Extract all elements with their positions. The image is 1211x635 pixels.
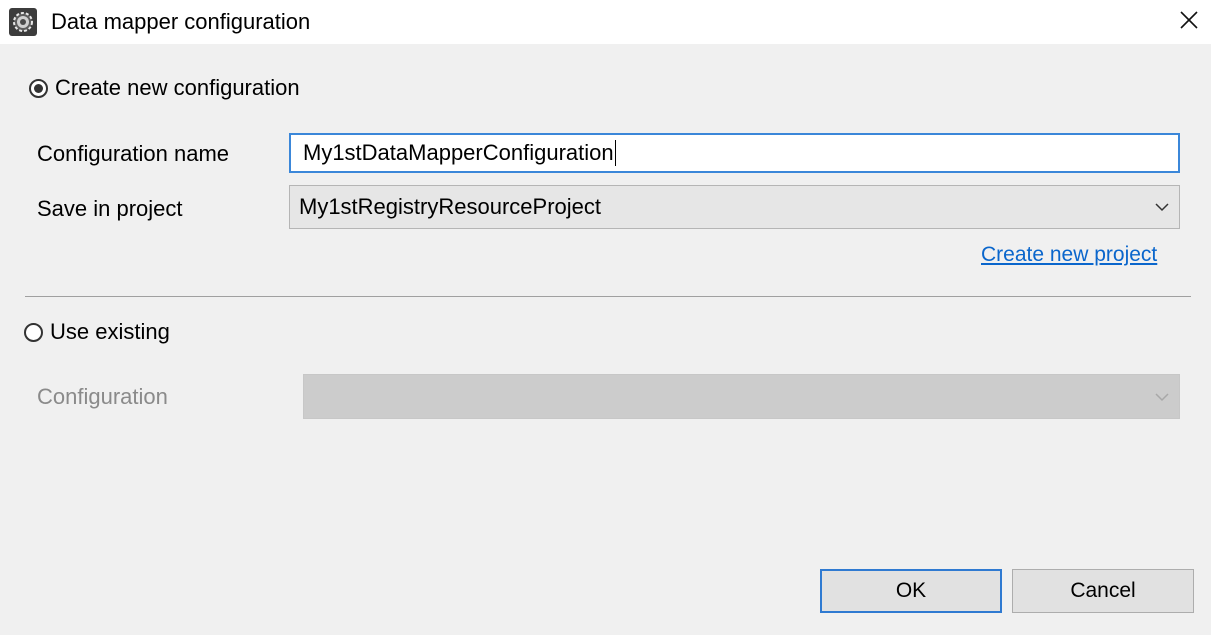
use-existing-label: Use existing — [50, 319, 170, 344]
gear-icon — [9, 8, 37, 36]
ok-button[interactable]: OK — [820, 569, 1002, 613]
create-new-project-link[interactable]: Create new project — [981, 242, 1157, 268]
config-name-value: My1stDataMapperConfiguration — [303, 140, 614, 165]
chevron-down-icon — [1154, 202, 1170, 212]
use-existing-radio[interactable] — [24, 322, 43, 342]
window-title: Data mapper configuration — [51, 9, 311, 34]
configuration-label: Configuration — [37, 384, 168, 409]
config-name-label: Configuration name — [37, 141, 230, 166]
cancel-button[interactable]: Cancel — [1012, 569, 1194, 613]
configuration-select[interactable] — [303, 374, 1180, 419]
create-new-radio-row[interactable]: Create new configuration — [29, 74, 300, 102]
title-bar: Data mapper configuration — [0, 0, 1211, 44]
save-in-project-label: Save in project — [37, 196, 183, 221]
create-new-radio[interactable] — [29, 78, 48, 98]
config-name-input[interactable]: My1stDataMapperConfiguration — [289, 133, 1180, 173]
save-in-project-select[interactable]: My1stRegistryResourceProject — [289, 185, 1180, 229]
save-in-project-value: My1stRegistryResourceProject — [299, 194, 601, 219]
chevron-down-icon — [1154, 392, 1170, 402]
close-icon — [1179, 10, 1199, 35]
dialog-window: Data mapper configuration Create new con… — [0, 0, 1211, 635]
close-button[interactable] — [1167, 0, 1211, 44]
create-new-label: Create new configuration — [55, 75, 300, 100]
section-divider — [25, 296, 1191, 297]
use-existing-radio-row[interactable]: Use existing — [24, 318, 170, 346]
